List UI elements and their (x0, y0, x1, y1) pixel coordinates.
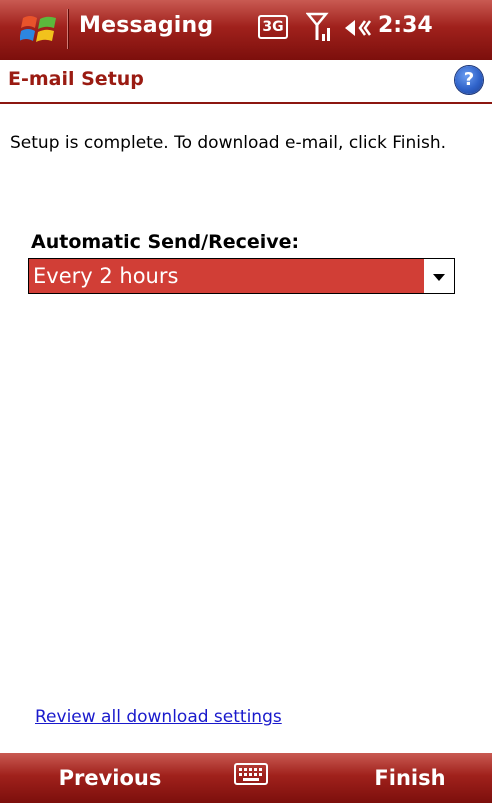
softkey-bar: Previous Finish (0, 753, 492, 803)
chevron-down-icon[interactable] (424, 259, 454, 293)
send-receive-dropdown[interactable]: Every 2 hours (28, 258, 455, 294)
page-title: E-mail Setup (8, 68, 144, 90)
volume-icon[interactable] (343, 15, 373, 41)
3g-icon[interactable]: 3G (258, 15, 288, 39)
header-divider (0, 102, 492, 104)
review-download-settings-link[interactable]: Review all download settings (35, 707, 282, 727)
send-receive-label: Automatic Send/Receive: (31, 231, 300, 253)
title-divider (67, 9, 68, 49)
previous-button[interactable]: Previous (20, 753, 200, 803)
setup-complete-text: Setup is complete. To download e-mail, c… (10, 133, 446, 153)
clock[interactable]: 2:34 (378, 13, 433, 38)
title-bar: Messaging 3G 2:34 (0, 0, 492, 60)
keyboard-icon[interactable] (234, 763, 268, 785)
windows-start-icon[interactable] (20, 11, 58, 47)
send-receive-selected-value[interactable]: Every 2 hours (29, 259, 424, 293)
help-icon[interactable]: ? (455, 66, 483, 94)
finish-button[interactable]: Finish (335, 753, 485, 803)
page-header: E-mail Setup ? (0, 60, 492, 104)
app-title[interactable]: Messaging (79, 13, 213, 38)
signal-icon[interactable] (306, 12, 332, 44)
